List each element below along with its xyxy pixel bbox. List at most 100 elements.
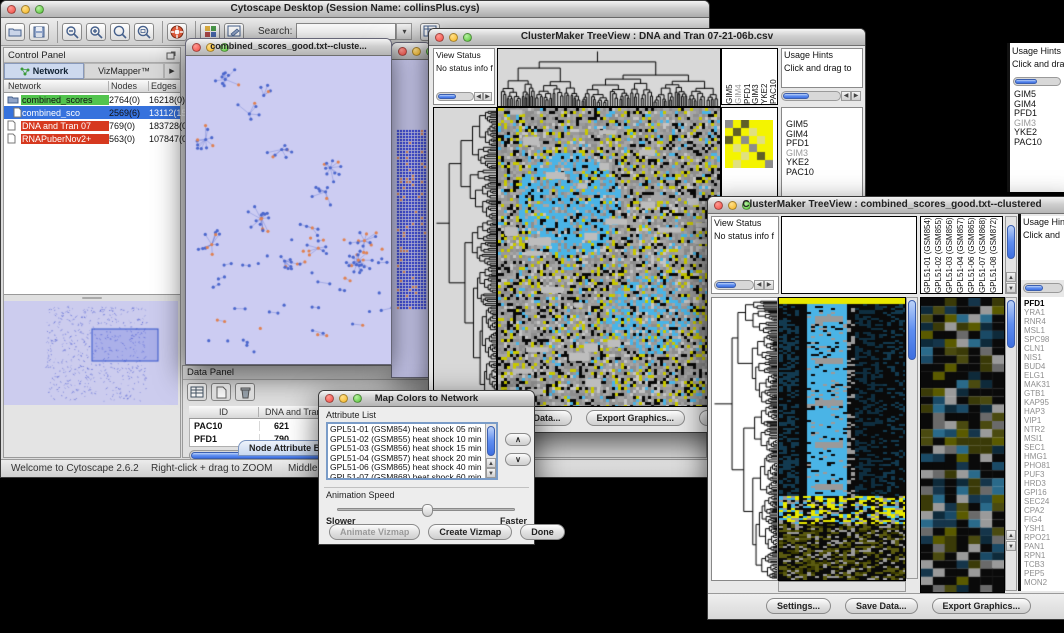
- column-label[interactable]: GPL51-07 (GSM868): [978, 217, 987, 293]
- zoom-fit-icon[interactable]: [134, 23, 154, 41]
- delete-attribute-icon[interactable]: [235, 383, 255, 401]
- global-heatmap-canvas[interactable]: [497, 107, 721, 407]
- gene-label[interactable]: ELG1: [1024, 371, 1064, 380]
- animate-vizmap-button[interactable]: Animate Vizmap: [329, 524, 420, 540]
- save-icon[interactable]: [29, 23, 49, 41]
- tab-network[interactable]: Network: [4, 63, 84, 79]
- network-row[interactable]: combined_scores2764(0)16218(0): [4, 93, 180, 106]
- gene-label-list[interactable]: GIM5GIM4PFD1GIM3YKE2PAC10: [1010, 90, 1064, 147]
- gene-label[interactable]: SPC98: [1024, 335, 1064, 344]
- export-graphics-button[interactable]: Export Graphics...: [932, 598, 1032, 614]
- gene-label[interactable]: RNR4: [1024, 317, 1064, 326]
- move-up-button[interactable]: ∧: [505, 433, 531, 446]
- column-label[interactable]: GIM4: [734, 49, 742, 104]
- zoom-heatmap-canvas[interactable]: [725, 120, 773, 168]
- view-status-scrollbar[interactable]: [436, 92, 474, 101]
- gene-label[interactable]: PEP5: [1024, 569, 1064, 578]
- scroll-down-icon[interactable]: ▼: [1006, 283, 1016, 293]
- main-title-bar[interactable]: Cytoscape Desktop (Session Name: collins…: [1, 1, 709, 18]
- attribute-table-icon[interactable]: [187, 383, 207, 401]
- open-folder-icon[interactable]: [5, 23, 25, 41]
- treeview1-title-bar[interactable]: ClusterMaker TreeView : DNA and Tran 07-…: [429, 29, 865, 46]
- gene-label[interactable]: TCB3: [1024, 560, 1064, 569]
- dialog-title-bar[interactable]: Map Colors to Network: [319, 391, 534, 407]
- zoom-out-icon[interactable]: [62, 23, 82, 41]
- export-graphics-button[interactable]: Export Graphics...: [586, 410, 686, 426]
- tab-vizmapper[interactable]: VizMapper™: [84, 63, 164, 79]
- column-label[interactable]: GPL51-01 (GSM854): [923, 217, 932, 293]
- usage-hints-scrollbar[interactable]: [781, 91, 841, 101]
- gene-label[interactable]: MAK31: [1024, 380, 1064, 389]
- column-label[interactable]: YKE2: [760, 49, 768, 104]
- gene-label[interactable]: HRD3: [1024, 479, 1064, 488]
- scroll-up-icon[interactable]: ▲: [1006, 272, 1016, 282]
- attribute-listbox[interactable]: GPL51-01 (GSM854) heat shock 05 minGPL51…: [326, 422, 498, 480]
- gene-label[interactable]: MSL1: [1024, 326, 1064, 335]
- gene-label[interactable]: PFD1: [1024, 299, 1064, 308]
- scroll-up-icon[interactable]: ▲: [486, 458, 496, 468]
- column-labels-scrollbar[interactable]: ▲ ▼: [1005, 216, 1017, 294]
- column-label[interactable]: PAC10: [769, 49, 777, 104]
- gene-label[interactable]: SEC24: [1024, 497, 1064, 506]
- gene-label[interactable]: PUF3: [1024, 470, 1064, 479]
- float-panel-icon[interactable]: [166, 51, 176, 60]
- zoom-heatmap-canvas[interactable]: [920, 297, 1005, 593]
- gene-label[interactable]: VIP1: [1024, 416, 1064, 425]
- zoom-selected-icon[interactable]: [110, 23, 130, 41]
- network-row[interactable]: combined_sco2569(6)13112(15): [4, 106, 180, 119]
- gene-label[interactable]: YRA1: [1024, 308, 1064, 317]
- gene-label[interactable]: MSI1: [1024, 434, 1064, 443]
- done-button[interactable]: Done: [520, 524, 565, 540]
- gene-label[interactable]: BUD4: [1024, 362, 1064, 371]
- column-label[interactable]: GPL51-06 (GSM865): [967, 217, 976, 293]
- scroll-up-icon[interactable]: ▲: [1006, 530, 1016, 540]
- scroll-right-icon[interactable]: ▶: [483, 92, 492, 101]
- scroll-left-icon[interactable]: ◀: [754, 280, 764, 290]
- zoom-vscrollbar[interactable]: ▲ ▼: [1005, 297, 1017, 591]
- zoom-in-icon[interactable]: [86, 23, 106, 41]
- scroll-left-icon[interactable]: ◀: [841, 91, 851, 101]
- gene-label[interactable]: GPI16: [1024, 488, 1064, 497]
- sliver-scrollbar[interactable]: [1013, 77, 1061, 86]
- gene-label[interactable]: YSH1: [1024, 524, 1064, 533]
- attribute-list-scrollbar[interactable]: ▲ ▼: [485, 424, 496, 478]
- network-window-title-bar[interactable]: combined_scores_good.txt--cluste...: [186, 39, 391, 56]
- network-row[interactable]: DNA and Tran 07769(0)183728(0): [4, 119, 180, 132]
- gene-label[interactable]: PAC10: [786, 168, 862, 178]
- gene-label-list[interactable]: PFD1YRA1RNR4MSL1SPC98CLN1NIS1BUD4ELG1MAK…: [1021, 297, 1064, 591]
- column-label[interactable]: PFD1: [743, 49, 751, 104]
- create-vizmap-button[interactable]: Create Vizmap: [428, 524, 512, 540]
- view-status-scrollbar[interactable]: [714, 280, 754, 290]
- new-attribute-icon[interactable]: [211, 383, 231, 401]
- gene-label[interactable]: FIG4: [1024, 515, 1064, 524]
- column-label[interactable]: GIM5: [725, 49, 733, 104]
- move-down-button[interactable]: ∨: [505, 453, 531, 466]
- gene-label[interactable]: CPA2: [1024, 506, 1064, 515]
- global-heatmap-canvas[interactable]: [778, 297, 906, 581]
- gene-label[interactable]: PHO81: [1024, 461, 1064, 470]
- column-label[interactable]: GPL51-04 (GSM857): [956, 217, 965, 293]
- scroll-right-icon[interactable]: ▶: [851, 91, 861, 101]
- scroll-left-icon[interactable]: ◀: [474, 92, 483, 101]
- gene-label[interactable]: RPN1: [1024, 551, 1064, 560]
- attribute-list-item[interactable]: GPL51-07 (GSM868) heat shock 60 min: [330, 473, 494, 481]
- network-canvas[interactable]: [186, 56, 391, 364]
- gene-label[interactable]: NTR2: [1024, 425, 1064, 434]
- gene-label[interactable]: RPO21: [1024, 533, 1064, 542]
- gene-label[interactable]: SEC1: [1024, 443, 1064, 452]
- row-dendrogram-canvas[interactable]: [711, 297, 778, 581]
- column-label[interactable]: GIM3: [751, 49, 759, 104]
- scroll-down-icon[interactable]: ▼: [1006, 541, 1016, 551]
- search-dropdown-icon[interactable]: ▾: [396, 23, 412, 40]
- column-dendrogram-canvas[interactable]: [497, 48, 721, 107]
- gene-label[interactable]: NIS1: [1024, 353, 1064, 362]
- gene-label[interactable]: MON2: [1024, 578, 1064, 587]
- slider-thumb[interactable]: [422, 504, 433, 517]
- gene-label[interactable]: HMG1: [1024, 452, 1064, 461]
- scroll-down-icon[interactable]: ▼: [486, 468, 496, 478]
- network-canvas-grid[interactable]: [392, 60, 430, 377]
- gene-label[interactable]: PAC10: [1014, 138, 1064, 148]
- heatmap-hscrollbar[interactable]: [778, 581, 906, 592]
- gene-label[interactable]: KAP95: [1024, 398, 1064, 407]
- tab-overflow-icon[interactable]: ▶: [164, 63, 180, 79]
